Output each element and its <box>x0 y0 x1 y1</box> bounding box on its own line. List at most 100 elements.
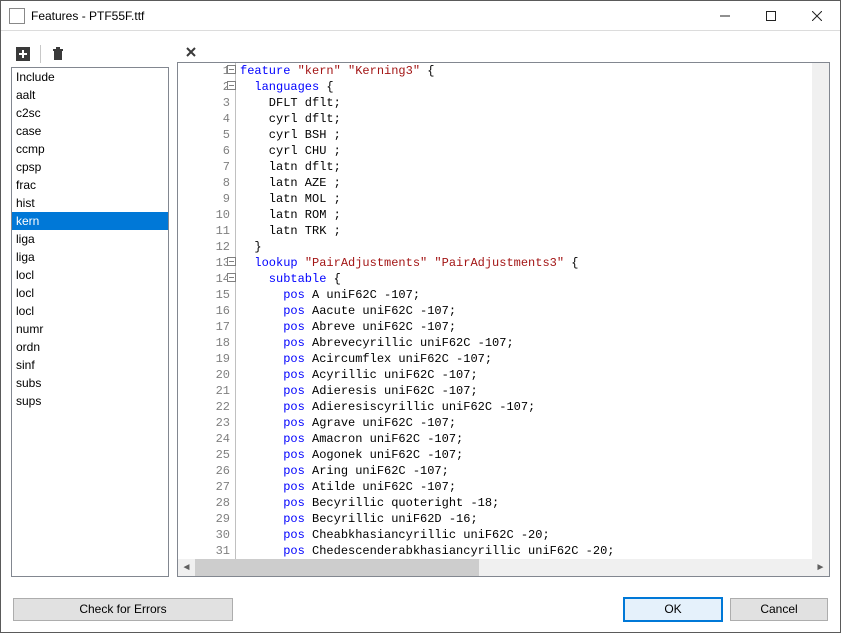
feature-item-locl[interactable]: locl <box>12 302 168 320</box>
code-line[interactable]: DFLT dflt; <box>240 95 812 111</box>
code-line[interactable]: pos Aogonek uniF62C -107; <box>240 447 812 463</box>
feature-item-aalt[interactable]: aalt <box>12 86 168 104</box>
feature-item-kern[interactable]: kern <box>12 212 168 230</box>
delete-feature-button[interactable] <box>48 44 68 64</box>
code-line[interactable]: latn dflt; <box>240 159 812 175</box>
line-number: 9 <box>178 191 235 207</box>
toolbar-separator <box>40 45 41 63</box>
line-number: 16 <box>178 303 235 319</box>
code-line[interactable]: languages { <box>240 79 812 95</box>
code-line[interactable]: latn ROM ; <box>240 207 812 223</box>
code-line[interactable]: lookup "PairAdjustments" "PairAdjustment… <box>240 255 812 271</box>
line-number: 22 <box>178 399 235 415</box>
line-number: 2 <box>178 79 235 95</box>
code-line[interactable]: latn MOL ; <box>240 191 812 207</box>
code-line[interactable]: latn AZE ; <box>240 175 812 191</box>
maximize-icon <box>766 11 776 21</box>
code-line[interactable]: pos Aacute uniF62C -107; <box>240 303 812 319</box>
scroll-thumb[interactable] <box>195 559 479 576</box>
feature-item-locl[interactable]: locl <box>12 284 168 302</box>
ok-button[interactable]: OK <box>624 598 722 621</box>
feature-item-hist[interactable]: hist <box>12 194 168 212</box>
feature-item-liga[interactable]: liga <box>12 248 168 266</box>
code-line[interactable]: latn TRK ; <box>240 223 812 239</box>
code-line[interactable]: pos Amacron uniF62C -107; <box>240 431 812 447</box>
window-controls <box>702 1 840 30</box>
line-number: 8 <box>178 175 235 191</box>
content-area: Includeaaltc2sccaseccmpcpspfrachistkernl… <box>1 31 840 587</box>
fold-marker-icon[interactable] <box>227 273 236 282</box>
feature-item-ccmp[interactable]: ccmp <box>12 140 168 158</box>
toggle-view-button[interactable] <box>181 42 201 62</box>
code-line[interactable]: pos Atilde uniF62C -107; <box>240 479 812 495</box>
line-number: 15 <box>178 287 235 303</box>
code-line[interactable]: feature "kern" "Kerning3" { <box>240 63 812 79</box>
cancel-button[interactable]: Cancel <box>730 598 828 621</box>
code-line[interactable]: pos Acircumflex uniF62C -107; <box>240 351 812 367</box>
code-line[interactable]: cyrl BSH ; <box>240 127 812 143</box>
code-line[interactable]: pos Acyrillic uniF62C -107; <box>240 367 812 383</box>
scroll-right-icon[interactable]: ► <box>812 559 829 576</box>
scroll-track[interactable] <box>195 559 812 576</box>
fold-marker-icon[interactable] <box>227 65 236 74</box>
minimize-icon <box>720 11 730 21</box>
feature-item-locl[interactable]: locl <box>12 266 168 284</box>
code-line[interactable]: pos A uniF62C -107; <box>240 287 812 303</box>
line-number: 3 <box>178 95 235 111</box>
maximize-button[interactable] <box>748 1 794 30</box>
feature-item-subs[interactable]: subs <box>12 374 168 392</box>
line-number: 6 <box>178 143 235 159</box>
app-icon <box>9 8 25 24</box>
code-line[interactable]: subtable { <box>240 271 812 287</box>
feature-item-case[interactable]: case <box>12 122 168 140</box>
code-line[interactable]: pos Adieresiscyrillic uniF62C -107; <box>240 399 812 415</box>
bottom-button-bar: Check for Errors OK Cancel <box>1 587 840 631</box>
add-icon <box>16 47 30 61</box>
fold-marker-icon[interactable] <box>227 257 236 266</box>
code-line[interactable]: } <box>240 239 812 255</box>
line-number: 26 <box>178 463 235 479</box>
code-line[interactable]: pos Becyrillic quoteright -18; <box>240 495 812 511</box>
line-number: 7 <box>178 159 235 175</box>
feature-item-ordn[interactable]: ordn <box>12 338 168 356</box>
vertical-scrollbar[interactable] <box>812 63 829 559</box>
check-errors-button[interactable]: Check for Errors <box>13 598 233 621</box>
add-feature-button[interactable] <box>13 44 33 64</box>
horizontal-scrollbar[interactable]: ◄ ► <box>178 559 829 576</box>
scroll-left-icon[interactable]: ◄ <box>178 559 195 576</box>
line-number: 24 <box>178 431 235 447</box>
line-number: 27 <box>178 479 235 495</box>
feature-list[interactable]: Includeaaltc2sccaseccmpcpspfrachistkernl… <box>11 67 169 577</box>
code-line[interactable]: pos Adieresis uniF62C -107; <box>240 383 812 399</box>
feature-item-liga[interactable]: liga <box>12 230 168 248</box>
code-line[interactable]: pos Aring uniF62C -107; <box>240 463 812 479</box>
feature-item-sups[interactable]: sups <box>12 392 168 410</box>
fold-marker-icon[interactable] <box>227 81 236 90</box>
line-number: 13 <box>178 255 235 271</box>
left-toolbar <box>11 41 169 67</box>
code-line[interactable]: cyrl dflt; <box>240 111 812 127</box>
feature-item-include[interactable]: Include <box>12 68 168 86</box>
code-line[interactable]: cyrl CHU ; <box>240 143 812 159</box>
feature-item-frac[interactable]: frac <box>12 176 168 194</box>
code-line[interactable]: pos Abreve uniF62C -107; <box>240 319 812 335</box>
feature-item-cpsp[interactable]: cpsp <box>12 158 168 176</box>
window-title: Features - PTF55F.ttf <box>31 9 144 23</box>
code-line[interactable]: pos Abrevecyrillic uniF62C -107; <box>240 335 812 351</box>
line-number: 19 <box>178 351 235 367</box>
feature-item-numr[interactable]: numr <box>12 320 168 338</box>
line-number: 1 <box>178 63 235 79</box>
minimize-button[interactable] <box>702 1 748 30</box>
code-line[interactable]: pos Cheabkhasiancyrillic uniF62C -20; <box>240 527 812 543</box>
left-panel: Includeaaltc2sccaseccmpcpspfrachistkernl… <box>11 41 169 577</box>
feature-item-c2sc[interactable]: c2sc <box>12 104 168 122</box>
feature-item-sinf[interactable]: sinf <box>12 356 168 374</box>
code-text[interactable]: feature "kern" "Kerning3" { languages { … <box>236 63 812 559</box>
line-number: 12 <box>178 239 235 255</box>
line-number: 21 <box>178 383 235 399</box>
close-button[interactable] <box>794 1 840 30</box>
line-number: 5 <box>178 127 235 143</box>
code-line[interactable]: pos Agrave uniF62C -107; <box>240 415 812 431</box>
code-line[interactable]: pos Becyrillic uniF62D -16; <box>240 511 812 527</box>
code-line[interactable]: pos Chedescenderabkhasiancyrillic uniF62… <box>240 543 812 559</box>
